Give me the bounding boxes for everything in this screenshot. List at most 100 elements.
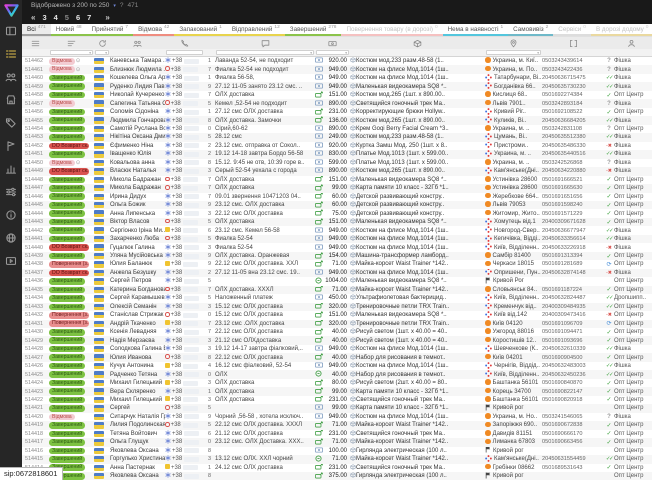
status-pill[interactable]: DO Возврат ск. bbox=[49, 243, 94, 251]
status-pill[interactable]: Завершений bbox=[49, 387, 94, 395]
status-pill[interactable]: Завершений bbox=[49, 82, 94, 90]
order-row[interactable]: 514455ЗавершенийЛюдмила Гончарова+388ОЛХ… bbox=[22, 116, 652, 124]
customer-phone[interactable]: +38 bbox=[165, 82, 204, 90]
order-row[interactable]: 514426ЗавершенийКучук Антонина+38416.12 … bbox=[22, 362, 652, 370]
status-pill[interactable]: Завершений bbox=[49, 345, 94, 353]
status-pill[interactable]: Завершений bbox=[49, 133, 94, 141]
status-pill[interactable]: Завершений bbox=[49, 370, 94, 378]
customer-phone[interactable]: +38 bbox=[165, 150, 204, 158]
order-row[interactable]: 514441ЗавершенийЗахарченко Люба+385Фиалк… bbox=[22, 235, 652, 243]
first-page-button[interactable]: « bbox=[31, 13, 35, 22]
status-pill[interactable]: Завершений bbox=[49, 176, 94, 184]
customer-phone[interactable]: +38 bbox=[165, 209, 204, 217]
filter-status[interactable]: ▾ bbox=[49, 49, 94, 56]
column-header-loc-pin-icon[interactable] bbox=[485, 37, 542, 49]
order-row[interactable]: 514446ЗавершенийИрина Дидух+38709.01 зве… bbox=[22, 193, 652, 201]
status-pill[interactable]: Відмова⊙ bbox=[49, 57, 94, 65]
customer-phone[interactable]: +38 bbox=[165, 455, 204, 463]
customer-phone[interactable]: +38 bbox=[165, 57, 204, 65]
customer-phone[interactable]: +38 bbox=[165, 99, 204, 107]
status-pill[interactable]: Завершений bbox=[49, 277, 94, 285]
order-row[interactable]: 514433ЗавершенийОлексій Семанін+38315.12… bbox=[22, 303, 652, 311]
customer-phone[interactable]: +38 bbox=[165, 320, 204, 328]
customer-phone[interactable]: +38 bbox=[165, 74, 204, 82]
sidebar-item-integrations-icon[interactable] bbox=[0, 226, 22, 249]
status-pill[interactable]: Повернення (з.. bbox=[49, 260, 94, 268]
status-pill[interactable]: Завершений bbox=[49, 193, 94, 201]
customer-phone[interactable]: +38 bbox=[165, 472, 204, 480]
order-row[interactable]: 514430ЗавершенийКсенія Левадняя+38722.12… bbox=[22, 328, 652, 336]
order-row[interactable]: 514456ЗавершенийСоломія Сідоніна+38127.1… bbox=[22, 108, 652, 116]
customer-phone[interactable]: +38 bbox=[165, 260, 204, 268]
status-pill[interactable]: Завершений bbox=[49, 396, 94, 404]
sidebar-item-settings-icon[interactable] bbox=[0, 180, 22, 203]
status-pill[interactable]: Завершений bbox=[49, 455, 94, 463]
customer-phone[interactable]: +38 bbox=[165, 91, 204, 99]
order-row[interactable]: 514451ЗавершенийІващенко Юлія+38219.12 1… bbox=[22, 150, 652, 158]
status-pill[interactable]: Завершений bbox=[49, 125, 94, 133]
status-pill[interactable]: Завершений bbox=[49, 286, 94, 294]
filter-price[interactable]: ▾ bbox=[315, 49, 350, 56]
tab-прийнятий[interactable]: Прийнятий7 bbox=[87, 24, 134, 36]
status-pill[interactable]: Завершений bbox=[49, 74, 94, 82]
status-pill[interactable]: Завершений bbox=[49, 150, 94, 158]
status-pill[interactable]: Завершений bbox=[49, 353, 94, 361]
status-pill[interactable]: DO Возврат ск. bbox=[49, 269, 94, 277]
status-pill[interactable]: Завершений bbox=[49, 328, 94, 336]
column-header-name-people-icon[interactable] bbox=[110, 37, 165, 49]
status-pill[interactable]: Повернення (з.. bbox=[49, 311, 94, 319]
status-pill[interactable]: Завершений bbox=[49, 91, 94, 99]
customer-phone[interactable]: +38 bbox=[165, 133, 204, 141]
status-pill[interactable]: Завершений bbox=[49, 252, 94, 260]
customer-phone[interactable]: +38 bbox=[165, 396, 204, 404]
tab-новий[interactable]: Новий48 bbox=[51, 24, 87, 36]
customer-phone[interactable]: +38 bbox=[165, 184, 204, 192]
sidebar-item-campaigns-icon[interactable] bbox=[0, 134, 22, 157]
status-pill[interactable]: Повернення (з.. bbox=[49, 320, 94, 328]
order-row[interactable]: 514461Відмова⊙Близнюк Людмила ..+387Фиал… bbox=[22, 65, 652, 73]
customer-phone[interactable]: +38 bbox=[165, 438, 204, 446]
sidebar-item-statistics-icon[interactable] bbox=[0, 157, 22, 180]
order-row[interactable]: 514452DO Возврат ск.Єфименко Ніна+38223.… bbox=[22, 142, 652, 150]
column-header-status-sort-icon[interactable] bbox=[49, 37, 94, 49]
order-row[interactable]: 514428ЗавершенийСолодкова Галина В..+383… bbox=[22, 345, 652, 353]
order-row[interactable]: 514450Відмова⊙Ковальова анна+38815.12. 9… bbox=[22, 159, 652, 167]
status-pill[interactable]: Завершений bbox=[49, 184, 94, 192]
order-row[interactable]: 514437DO Возврат ск.Анжела Безушку+38227… bbox=[22, 269, 652, 277]
customer-phone[interactable]: +38 bbox=[165, 404, 204, 412]
customer-phone[interactable]: +38 bbox=[165, 269, 204, 277]
order-row[interactable]: 514438Повернення (з..Юлия Баланюк+38922.… bbox=[22, 260, 652, 268]
status-pill[interactable]: DO Возврат ск. bbox=[49, 142, 94, 150]
order-row[interactable]: 514444ЗавершенийАнна Липенська+38322.12 … bbox=[22, 209, 652, 217]
status-pill[interactable]: Завершений bbox=[49, 421, 94, 429]
column-header-mgr-person-icon[interactable] bbox=[614, 37, 648, 49]
tab-відправлений[interactable]: Відправлений12 bbox=[227, 24, 285, 36]
column-header-flag-refresh-icon[interactable] bbox=[94, 37, 110, 49]
sidebar-item-warehouse-icon[interactable] bbox=[0, 88, 22, 111]
order-row[interactable]: 514459ЗавершенийРуденко Лидия Пав..+3892… bbox=[22, 82, 652, 90]
sidebar-item-products-icon[interactable] bbox=[0, 111, 22, 134]
order-row[interactable]: 514439ЗавершенийУляна Мусійовська+389ОЛХ… bbox=[22, 252, 652, 260]
sidebar-item-clients-icon[interactable] bbox=[0, 65, 22, 88]
order-row[interactable]: 514415ЗавершенийГоргулько Христина..+383… bbox=[22, 455, 652, 463]
order-row[interactable]: 514458ЗавершенийНиколай Кучеренко+387ОЛХ… bbox=[22, 91, 652, 99]
status-pill[interactable]: Завершений bbox=[49, 379, 94, 387]
order-row[interactable]: 514413ЗавершенийЯковлева Оксана+388375.0… bbox=[22, 472, 652, 480]
customer-phone[interactable]: +38 bbox=[165, 167, 204, 175]
status-pill[interactable]: Завершений bbox=[49, 294, 94, 302]
status-pill[interactable]: Завершений bbox=[49, 362, 94, 370]
status-pill[interactable]: Відмова bbox=[49, 99, 94, 107]
customer-phone[interactable]: +38 bbox=[165, 294, 204, 302]
order-row[interactable]: 514462Відмова⊙Каневська Тамара ..+381Лав… bbox=[22, 57, 652, 65]
tab-завершений[interactable]: Завершений278 bbox=[285, 24, 342, 36]
order-row[interactable]: 514423ЗавершенийВера Скляренко+381ОЛХ до… bbox=[22, 387, 652, 395]
status-pill[interactable]: DO Возврат ск. bbox=[49, 167, 94, 175]
status-pill[interactable]: Відмова⊙ bbox=[49, 159, 94, 167]
customer-phone[interactable]: +38 bbox=[165, 430, 204, 438]
order-row[interactable]: 514420ВідмоваСитарчук Наталія Гр..+389Чо… bbox=[22, 413, 652, 421]
customer-phone[interactable]: +38 bbox=[165, 421, 204, 429]
customer-phone[interactable]: +38 bbox=[165, 311, 204, 319]
sidebar-item-video-icon[interactable] bbox=[0, 249, 22, 272]
customer-phone[interactable]: +38 bbox=[165, 370, 204, 378]
customer-phone[interactable]: +38 bbox=[165, 345, 204, 353]
